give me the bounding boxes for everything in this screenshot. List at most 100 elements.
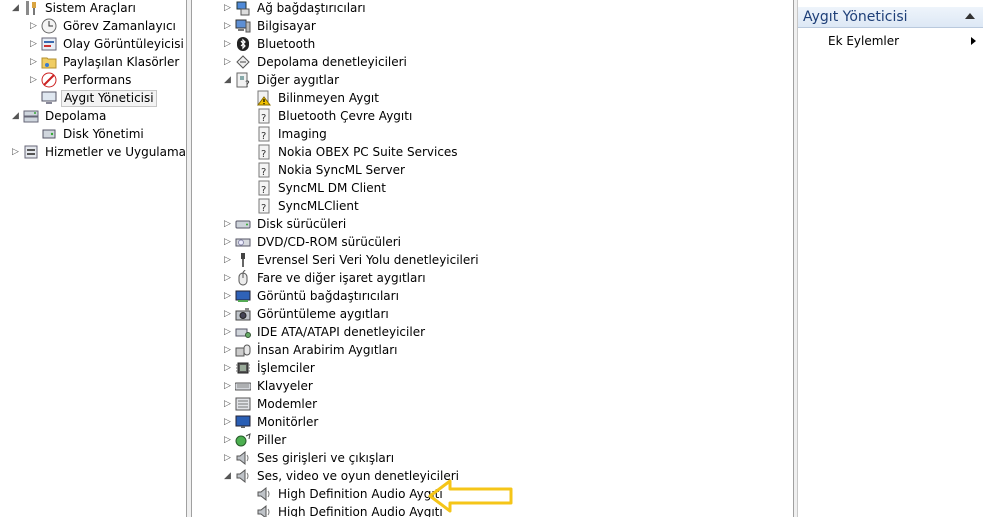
device-tree-item-ses-video-ve-oyun-denetleyicileri[interactable]: ◢ Ses, video ve oyun denetleyicileri [223,467,461,485]
performance-icon [41,72,57,88]
tools-icon [23,0,39,16]
device-tree-item-high-definition-audio-ayg-t[interactable]: High Definition Audio Aygıtı [244,485,445,503]
collapse-arrow-icon[interactable]: ◢ [223,71,232,89]
device-tree-item-disk-suruculeri[interactable]: ▷ Disk sürücüleri [223,215,348,233]
expand-arrow-icon[interactable]: ▷ [223,449,232,467]
display-adapter-icon [235,288,251,304]
device-tree-item-goruntu-bagdast-r-c-lar[interactable]: ▷ Görüntü bağdaştırıcıları [223,287,401,305]
computer-icon [235,18,251,34]
expand-arrow-icon[interactable]: ▷ [29,53,38,71]
device-tree-item-label: Disk sürücüleri [257,217,347,231]
device-tree-item-label: Bilgisayar [257,19,316,33]
device-tree-item-bluetooth[interactable]: ▷ Bluetooth [223,35,317,53]
console-tree-item-gorev-zamanlay-c[interactable]: ▷ Görev Zamanlayıcı [29,17,178,35]
console-tree-pane: ◢ Sistem Araçları ▷ Görev Zamanlayıcı ▷ Olay … [0,0,186,517]
device-tree-item-ses-girisleri-ve-c-k-slar[interactable]: ▷ Ses girişleri ve çıkışları [223,449,396,467]
device-tree-item-high-definition-audio-ayg-t[interactable]: High Definition Audio Aygıtı [244,503,445,517]
expand-arrow-icon[interactable]: ▷ [223,287,232,305]
device-tree-item-nokia-syncml-server[interactable]: ? Nokia SyncML Server [244,161,407,179]
device-tree-pane: ▷ Ağ bağdaştırıcıları ▷ Bilgisayar ▷ Bluetoot… [192,0,793,517]
expand-arrow-icon[interactable]: ▷ [223,395,232,413]
device-tree-item-bilinmeyen-ayg-t[interactable]: Bilinmeyen Aygıt [244,89,381,107]
unknown-device-icon: ? [256,162,272,178]
collapse-arrow-icon[interactable]: ◢ [223,467,232,485]
monitor-icon [235,414,251,430]
collapse-arrow-icon[interactable]: ◢ [11,0,20,17]
console-tree-item-depolama[interactable]: ◢ Depolama [11,107,108,125]
speaker-icon [256,504,272,517]
actions-header[interactable]: Aygıt Yöneticisi [798,7,983,28]
device-tree-item-klavyeler[interactable]: ▷ Klavyeler [223,377,315,395]
expand-arrow-icon[interactable]: ▷ [223,377,232,395]
unknown-device-icon: ? [256,108,272,124]
console-tree-item-paylas-lan-klasorler[interactable]: ▷ Paylaşılan Klasörler [29,53,181,71]
expand-arrow-icon[interactable]: ▷ [223,305,232,323]
expand-arrow-icon[interactable]: ▷ [223,215,232,233]
expand-arrow-icon[interactable]: ▷ [223,251,232,269]
speaker-icon [235,468,251,484]
device-tree-item-ag-bagdast-r-c-lar[interactable]: ▷ Ağ bağdaştırıcıları [223,0,368,17]
console-tree-item-olay-goruntuleyicisi[interactable]: ▷ Olay Görüntüleyicisi [29,35,186,53]
expand-arrow-icon[interactable]: ▷ [29,71,38,89]
svg-text:?: ? [261,113,266,124]
expand-arrow-icon[interactable]: ▷ [11,143,20,161]
console-tree-item-sistem-araclar[interactable]: ◢ Sistem Araçları [11,0,138,17]
console-tree-item-hizmetler-ve-uygulamalar[interactable]: ▷ Hizmetler ve Uygulamalar [11,143,186,161]
expand-arrow-icon[interactable]: ▷ [223,413,232,431]
device-tree-item-evrensel-seri-veri-yolu-denetleyicileri[interactable]: ▷ Evrensel Seri Veri Yolu denetleyicileri [223,251,481,269]
network-adapter-icon [235,0,251,16]
expand-arrow-icon[interactable]: ▷ [223,269,232,287]
device-tree-item-monitorler[interactable]: ▷ Monitörler [223,413,320,431]
device-tree-item-label: SyncML DM Client [278,181,386,195]
device-tree-item-goruntuleme-ayg-tlar[interactable]: ▷ Görüntüleme aygıtları [223,305,391,323]
console-tree-item-ayg-t-yoneticisi[interactable]: Aygıt Yöneticisi [29,89,157,107]
device-tree-item-syncml-dm-client[interactable]: ? SyncML DM Client [244,179,388,197]
device-tree-item-islemciler[interactable]: ▷ İşlemciler [223,359,317,377]
console-tree-item-disk-yonetimi[interactable]: Disk Yönetimi [29,125,146,143]
device-tree-item-imaging[interactable]: ? Imaging [244,125,329,143]
device-tree-item-modemler[interactable]: ▷ Modemler [223,395,319,413]
device-tree-item-piller[interactable]: ▷ Piller [223,431,288,449]
expand-arrow-icon[interactable]: ▷ [223,359,232,377]
device-tree-item-label: Nokia OBEX PC Suite Services [278,145,458,159]
device-tree-item-label: Görüntüleme aygıtları [257,307,389,321]
device-tree-item-label: Depolama denetleyicileri [257,55,407,69]
storage-icon [23,108,39,124]
expand-arrow-icon[interactable]: ▷ [223,341,232,359]
expand-arrow-icon[interactable]: ▷ [223,323,232,341]
device-tree-item-depolama-denetleyicileri[interactable]: ▷ Depolama denetleyicileri [223,53,409,71]
device-tree-item-bilgisayar[interactable]: ▷ Bilgisayar [223,17,318,35]
device-tree-item-label: Modemler [257,397,318,411]
device-tree-item-insan-arabirim-ayg-tlar[interactable]: ▷ İnsan Arabirim Aygıtları [223,341,400,359]
unknown-device-icon: ? [256,180,272,196]
console-tree-item-performans[interactable]: ▷ Performans [29,71,133,89]
hid-icon [235,342,251,358]
console-tree-item-label: Görev Zamanlayıcı [63,19,176,33]
device-tree-item-ide-ata-atapi-denetleyiciler[interactable]: ▷ IDE ATA/ATAPI denetleyiciler [223,323,427,341]
expand-arrow-icon[interactable]: ▷ [223,431,232,449]
expand-arrow-icon[interactable]: ▷ [223,233,232,251]
device-tree-item-dvd-cd-rom-suruculeri[interactable]: ▷ DVD/CD-ROM sürücüleri [223,233,403,251]
unknown-device-icon: ? [256,126,272,142]
expand-arrow-icon[interactable]: ▷ [223,35,232,53]
device-tree-item-diger-ayg-tlar[interactable]: ◢? Diğer aygıtlar [223,71,341,90]
annotation-arrow-icon [428,479,513,513]
more-actions-item[interactable]: Ek Eylemler [828,33,899,49]
device-tree-item-label: İşlemciler [257,361,315,375]
expand-arrow-icon[interactable]: ▷ [223,17,232,35]
device-tree-item-fare-ve-diger-isaret-ayg-tlar[interactable]: ▷ Fare ve diğer işaret aygıtları [223,269,428,287]
device-tree-item-label: Monitörler [257,415,319,429]
collapse-arrow-icon[interactable]: ◢ [11,107,20,125]
svg-text:?: ? [261,167,266,178]
expand-arrow-icon[interactable]: ▷ [29,17,38,35]
expand-arrow-icon[interactable]: ▷ [223,0,232,17]
expand-arrow-icon[interactable]: ▷ [223,53,232,71]
device-tree-item-label: Ses girişleri ve çıkışları [257,451,395,465]
collapse-caret-icon[interactable] [965,13,975,19]
device-tree-item-bluetooth-cevre-ayg-t[interactable]: ? Bluetooth Çevre Aygıtı [244,107,414,125]
expand-arrow-icon[interactable]: ▷ [29,35,38,53]
svg-text:?: ? [261,131,266,142]
console-tree-item-label: Olay Görüntüleyicisi [63,37,184,51]
device-tree-item-syncmlclient[interactable]: ? SyncMLClient [244,197,361,215]
device-tree-item-nokia-obex-pc-suite-services[interactable]: ? Nokia OBEX PC Suite Services [244,143,460,161]
